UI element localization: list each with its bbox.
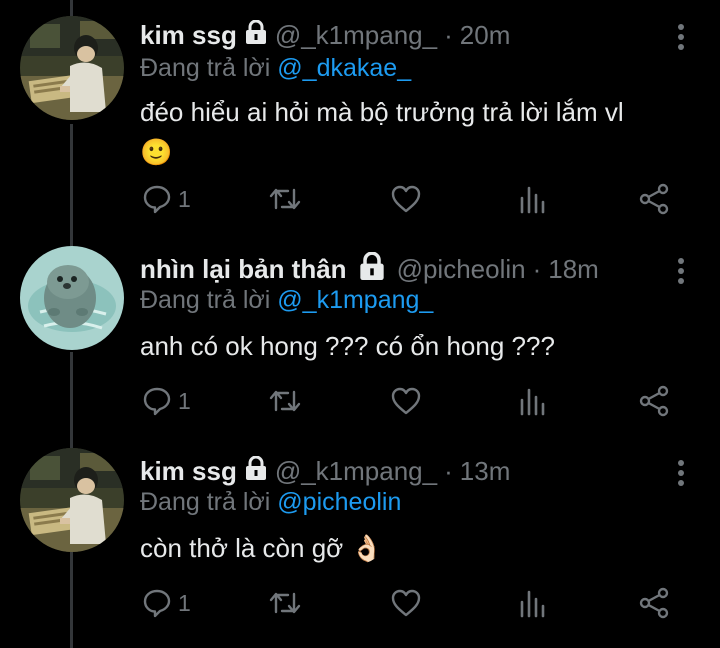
tweet-text: đéo hiểu ai hỏi mà bộ trưởng trả lời lắm… bbox=[140, 92, 700, 172]
reply-count: 1 bbox=[178, 185, 191, 212]
thread-line bbox=[70, 0, 73, 16]
avatar[interactable] bbox=[20, 246, 124, 350]
lock-icon bbox=[245, 19, 267, 51]
reply-icon bbox=[142, 184, 172, 214]
reply-handle-link[interactable]: @_dkakae_ bbox=[277, 54, 411, 82]
lock-icon bbox=[359, 250, 385, 287]
share-button[interactable] bbox=[638, 383, 670, 419]
reply-prefix: Đang trả lời bbox=[140, 286, 271, 314]
analytics-button[interactable] bbox=[518, 181, 546, 217]
user-handle[interactable]: @_k1mpang_ bbox=[275, 20, 437, 51]
tweet-actions: 1 bbox=[140, 383, 680, 419]
tweet-header: nhìn lại bản thân @picheolin · 18m bbox=[140, 250, 599, 288]
tweet-header: kim ssg @_k1mpang_ · 20m bbox=[140, 16, 510, 54]
display-name[interactable]: nhìn lại bản thân bbox=[140, 254, 347, 285]
like-button[interactable] bbox=[390, 585, 422, 621]
avatar[interactable] bbox=[20, 16, 124, 120]
tweet-actions: 1 bbox=[140, 181, 680, 217]
like-button[interactable] bbox=[390, 181, 422, 217]
tweet-header: kim ssg @_k1mpang_ · 13m bbox=[140, 452, 510, 490]
tweet-text: anh có ok hong ??? có ổn hong ??? bbox=[140, 326, 700, 366]
like-icon bbox=[390, 588, 422, 618]
tweet-text-line: còn thở là còn gỡ 👌🏻 bbox=[140, 533, 383, 563]
timestamp[interactable]: 20m bbox=[460, 20, 511, 51]
analytics-icon bbox=[518, 386, 546, 416]
share-button[interactable] bbox=[638, 585, 670, 621]
reply-handle-link[interactable]: @_k1mpang_ bbox=[277, 286, 433, 314]
display-name[interactable]: kim ssg bbox=[140, 456, 237, 487]
retweet-button[interactable] bbox=[268, 585, 302, 621]
replying-to: Đang trả lời @picheolin bbox=[140, 488, 401, 517]
user-handle[interactable]: @_k1mpang_ bbox=[275, 456, 437, 487]
replying-to: Đang trả lời @_k1mpang_ bbox=[140, 286, 433, 315]
reply-prefix: Đang trả lời bbox=[140, 488, 271, 516]
user-handle[interactable]: @picheolin bbox=[397, 254, 526, 285]
more-icon[interactable] bbox=[678, 258, 686, 288]
lock-icon bbox=[245, 455, 267, 487]
tweet-text: còn thở là còn gỡ 👌🏻 bbox=[140, 528, 700, 568]
avatar[interactable] bbox=[20, 448, 124, 552]
reply-button[interactable]: 1 bbox=[142, 181, 191, 217]
more-icon[interactable] bbox=[678, 24, 686, 54]
tweet-actions: 1 bbox=[140, 585, 680, 621]
separator: · bbox=[532, 253, 542, 284]
retweet-button[interactable] bbox=[268, 383, 302, 419]
reply-button[interactable]: 1 bbox=[142, 383, 191, 419]
like-icon bbox=[390, 184, 422, 214]
reply-icon bbox=[142, 588, 172, 618]
emoji: 🙂 bbox=[140, 137, 173, 167]
more-icon[interactable] bbox=[678, 460, 686, 490]
share-icon bbox=[638, 183, 670, 215]
timestamp[interactable]: 18m bbox=[548, 254, 599, 285]
tweet[interactable]: nhìn lại bản thân @picheolin · 18m Đang … bbox=[0, 246, 720, 430]
share-icon bbox=[638, 385, 670, 417]
analytics-button[interactable] bbox=[518, 383, 546, 419]
share-icon bbox=[638, 587, 670, 619]
analytics-button[interactable] bbox=[518, 585, 546, 621]
replying-to: Đang trả lời @_dkakae_ bbox=[140, 54, 411, 83]
tweet[interactable]: kim ssg @_k1mpang_ · 20m Đang trả lời @_… bbox=[0, 16, 720, 231]
share-button[interactable] bbox=[638, 181, 670, 217]
display-name[interactable]: kim ssg bbox=[140, 20, 237, 51]
separator: · bbox=[444, 455, 453, 486]
reply-prefix: Đang trả lời bbox=[140, 54, 271, 82]
retweet-button[interactable] bbox=[268, 181, 302, 217]
reply-count: 1 bbox=[178, 387, 191, 414]
reply-button[interactable]: 1 bbox=[142, 585, 191, 621]
analytics-icon bbox=[518, 184, 546, 214]
tweet-text-line: anh có ok hong ??? có ổn hong ??? bbox=[140, 331, 555, 361]
reply-icon bbox=[142, 386, 172, 416]
retweet-icon bbox=[268, 588, 302, 618]
retweet-icon bbox=[268, 184, 302, 214]
retweet-icon bbox=[268, 386, 302, 416]
separator: · bbox=[444, 19, 453, 50]
timestamp[interactable]: 13m bbox=[460, 456, 511, 487]
like-icon bbox=[390, 386, 422, 416]
reply-handle-link[interactable]: @picheolin bbox=[277, 488, 401, 516]
analytics-icon bbox=[518, 588, 546, 618]
tweet[interactable]: kim ssg @_k1mpang_ · 13m Đang trả lời @p… bbox=[0, 448, 720, 642]
like-button[interactable] bbox=[390, 383, 422, 419]
tweet-text-line: đéo hiểu ai hỏi mà bộ trưởng trả lời lắm… bbox=[140, 97, 624, 127]
reply-count: 1 bbox=[178, 589, 191, 616]
